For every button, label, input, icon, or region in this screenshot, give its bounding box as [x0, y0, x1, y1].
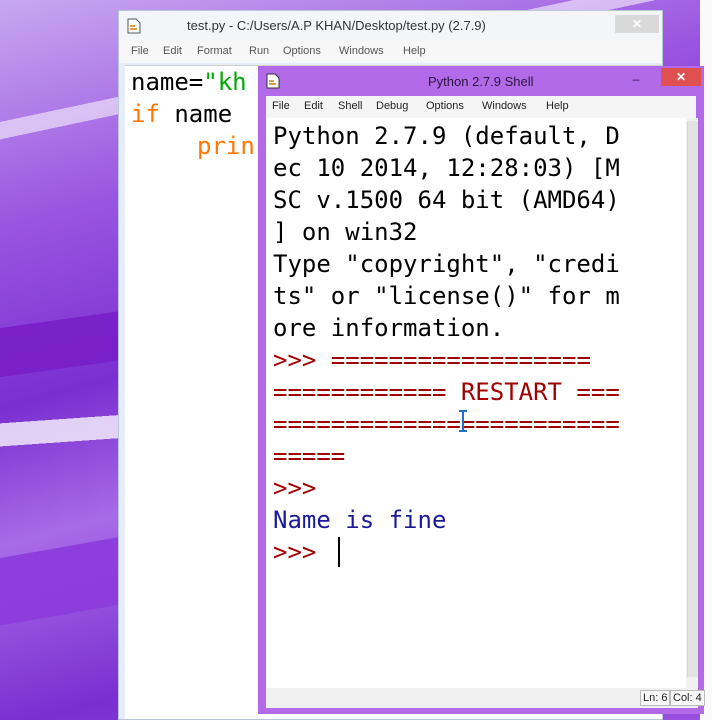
editor-menu-help[interactable]: Help [403, 45, 426, 57]
python-shell-icon [266, 73, 280, 89]
shell-scrollbar[interactable] [686, 118, 698, 688]
shell-menu-help[interactable]: Help [546, 100, 569, 112]
banner-line: ts" or "license()" for m [273, 282, 620, 310]
banner-line: SC v.1500 64 bit (AMD64) [273, 186, 620, 214]
restart-line: ============ RESTART === [273, 378, 620, 406]
shell-statusbar: Ln: 6 Col: 4 [266, 688, 705, 708]
shell-menu-shell[interactable]: Shell [338, 100, 362, 112]
banner-line: ec 10 2014, 12:28:03) [M [273, 154, 620, 182]
editor-menu-windows[interactable]: Windows [339, 45, 384, 57]
restart-line: ======================== [273, 410, 620, 438]
prompt-line: >>> [273, 474, 317, 502]
banner-line: ] on win32 [273, 218, 418, 246]
shell-menubar: File Edit Shell Debug Options Windows He… [266, 96, 696, 118]
editor-title: test.py - C:/Users/A.P KHAN/Desktop/test… [187, 18, 486, 33]
banner-line: ore information. [273, 314, 505, 342]
output-line: Name is fine [273, 506, 447, 534]
banner-line: Type "copyright", "credi [273, 250, 620, 278]
editor-close-button[interactable]: ✕ [615, 15, 659, 33]
restart-line: >>> ================== [273, 346, 591, 374]
shell-menu-edit[interactable]: Edit [304, 100, 323, 112]
editor-menu-file[interactable]: File [131, 45, 149, 57]
restart-line: ===== [273, 442, 346, 470]
code-line-3: prin [197, 132, 255, 160]
shell-console[interactable]: Python 2.7.9 (default, D ec 10 2014, 12:… [266, 118, 686, 688]
code-line-1: name="kh [131, 68, 247, 96]
shell-menu-options[interactable]: Options [426, 100, 464, 112]
editor-titlebar[interactable]: test.py - C:/Users/A.P KHAN/Desktop/test… [119, 11, 662, 41]
shell-menu-windows[interactable]: Windows [482, 100, 527, 112]
shell-titlebar[interactable]: Python 2.7.9 Shell – ✕ [258, 66, 704, 96]
shell-minimize-button[interactable]: – [623, 70, 649, 88]
shell-window: Python 2.7.9 Shell – ✕ File Edit Shell D… [258, 66, 705, 714]
python-file-icon [127, 18, 141, 34]
active-prompt: >>> [273, 538, 317, 566]
text-cursor [338, 537, 340, 567]
editor-menu-run[interactable]: Run [249, 45, 269, 57]
scrollbar-thumb[interactable] [687, 121, 698, 677]
status-column: Col: 4 [670, 690, 705, 706]
editor-menu-options[interactable]: Options [283, 45, 321, 57]
shell-menu-debug[interactable]: Debug [376, 100, 408, 112]
code-line-2: if name [131, 100, 233, 128]
editor-menu-edit[interactable]: Edit [163, 45, 182, 57]
shell-menu-file[interactable]: File [272, 100, 290, 112]
shell-title: Python 2.7.9 Shell [428, 74, 534, 89]
shell-close-button[interactable]: ✕ [661, 68, 701, 86]
ibeam-cursor-icon [458, 408, 468, 432]
editor-menu-format[interactable]: Format [197, 45, 232, 57]
editor-menubar: File Edit Format Run Options Windows Hel… [119, 41, 662, 63]
banner-line: Python 2.7.9 (default, D [273, 122, 620, 150]
status-line: Ln: 6 [640, 690, 671, 706]
